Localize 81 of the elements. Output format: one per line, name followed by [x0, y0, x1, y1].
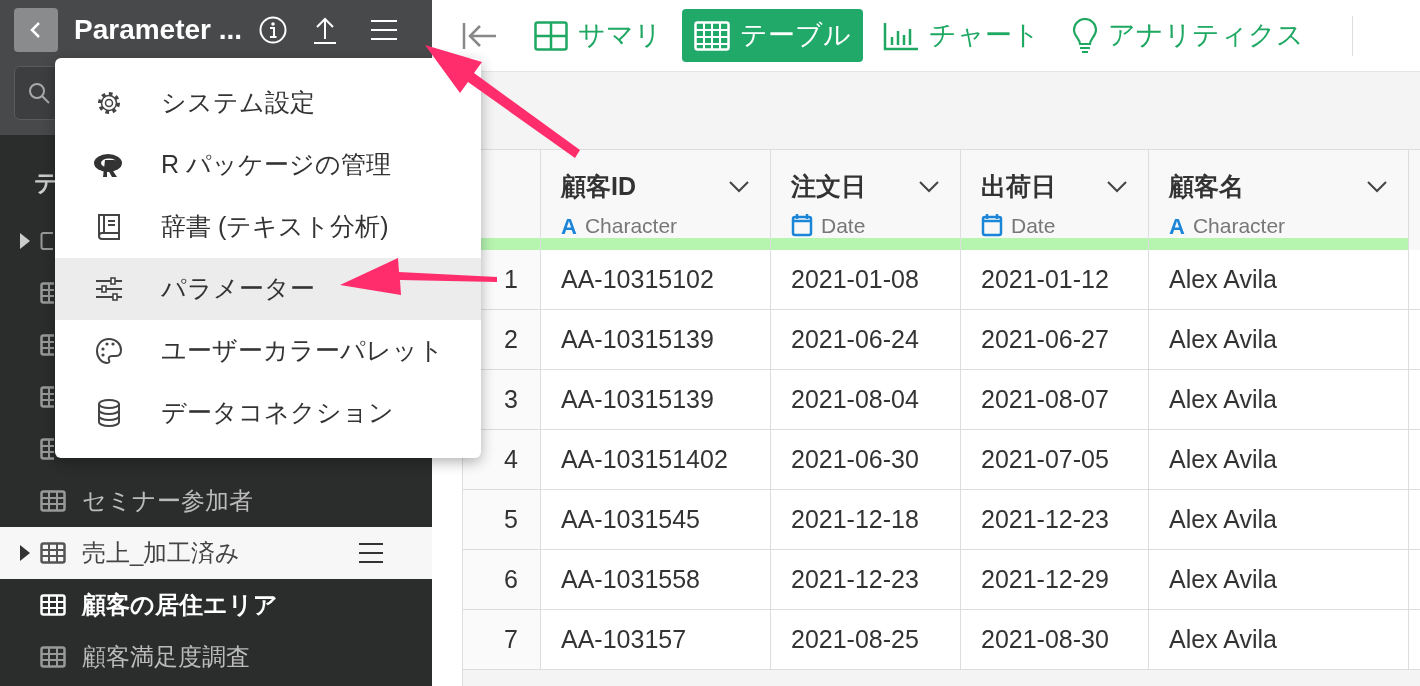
database-icon [96, 398, 122, 428]
row-number: 5 [463, 490, 541, 550]
app-title: Parameter ... [74, 13, 243, 47]
table-cell: AA-1031558 [541, 550, 771, 610]
expand-icon[interactable] [20, 545, 30, 561]
search-icon [27, 81, 51, 105]
chevron-down-icon[interactable] [1106, 179, 1128, 194]
calendar-icon [791, 213, 813, 238]
folder-icon [40, 231, 53, 251]
table-cell: 2021-01-08 [771, 250, 961, 310]
table-cell: AA-10315139 [541, 310, 771, 370]
type-icon: A [561, 209, 577, 243]
palette-icon [95, 337, 123, 365]
table-cell: 2021-08-30 [961, 610, 1149, 670]
lightbulb-icon [1072, 17, 1098, 54]
table-cell: 2021-08-04 [771, 370, 961, 430]
table-cell: 2021-08-07 [961, 370, 1149, 430]
table-cell: 2021-01-12 [961, 250, 1149, 310]
sidebar-item[interactable]: 売上_加工済み [0, 527, 432, 579]
table-cell: AA-103151402 [541, 430, 771, 490]
table-icon [694, 20, 730, 51]
expand-icon[interactable] [20, 233, 30, 249]
table-cell: AA-1031545 [541, 490, 771, 550]
table-icon [40, 282, 54, 304]
chevron-down-icon[interactable] [728, 179, 750, 194]
menu-icon[interactable] [358, 542, 384, 564]
calendar-icon [981, 213, 1003, 238]
logo-icon [93, 152, 125, 178]
back-button[interactable] [14, 8, 58, 52]
table-cell: Alex Avila [1149, 430, 1409, 490]
settings-icon [95, 89, 123, 117]
grid-icon [534, 20, 568, 51]
table-cell: 2021-07-05 [961, 430, 1149, 490]
table-cell: Alex Avila [1149, 610, 1409, 670]
table-icon [40, 646, 66, 668]
menu-item[interactable]: システム設定 [55, 72, 481, 134]
row-number: 6 [463, 550, 541, 610]
chevron-down-icon[interactable] [918, 179, 940, 194]
table-cell: 2021-12-29 [961, 550, 1149, 610]
table-cell: AA-103157 [541, 610, 771, 670]
column-type: Character [584, 213, 678, 240]
table-cell: 2021-12-23 [771, 550, 961, 610]
table-cell: AA-10315102 [541, 250, 771, 310]
table-icon [40, 438, 54, 460]
table-cell: Alex Avila [1149, 250, 1409, 310]
table-icon [40, 542, 66, 564]
sidebar-item[interactable]: 顧客の居住エリア [0, 579, 432, 631]
table-cell: 2021-06-27 [961, 310, 1149, 370]
menu-item[interactable]: パラメーター [55, 258, 481, 320]
column-header[interactable]: 顧客名 A Character [1149, 149, 1409, 250]
book-icon [96, 212, 122, 242]
table-cell: 2021-12-23 [961, 490, 1149, 550]
upload-icon[interactable] [312, 15, 339, 45]
column-type: Date [1011, 212, 1056, 239]
table-icon [40, 386, 54, 408]
table-cell: Alex Avila [1149, 490, 1409, 550]
table-cell: 2021-12-18 [771, 490, 961, 550]
sliders-icon [95, 277, 123, 301]
table-icon [40, 594, 66, 616]
chevron-down-icon[interactable] [1366, 179, 1388, 194]
column-type: Character [1192, 213, 1286, 240]
table-icon [40, 490, 66, 512]
column-header[interactable]: 顧客ID A Character [541, 149, 771, 250]
type-icon: A [1169, 209, 1185, 243]
table-cell: Alex Avila [1149, 550, 1409, 610]
table-cell: 2021-08-25 [771, 610, 961, 670]
sidebar-item[interactable]: セミナー参加者 [0, 475, 432, 527]
table-cell: Alex Avila [1149, 310, 1409, 370]
column-type: Date [821, 212, 866, 239]
bar-chart-icon [883, 20, 919, 51]
info-icon[interactable] [258, 15, 289, 45]
row-number: 7 [463, 610, 541, 670]
column-header[interactable]: 出荷日 Date [961, 149, 1149, 250]
table-cell: 2021-06-24 [771, 310, 961, 370]
menu-icon[interactable] [370, 18, 399, 42]
table-cell: Alex Avila [1149, 370, 1409, 430]
table-icon [40, 334, 54, 356]
column-header[interactable]: 注文日 Date [771, 149, 961, 250]
table-cell: 2021-06-30 [771, 430, 961, 490]
table-cell: AA-10315139 [541, 370, 771, 430]
sidebar-item[interactable]: 顧客満足度調査 [0, 631, 432, 683]
